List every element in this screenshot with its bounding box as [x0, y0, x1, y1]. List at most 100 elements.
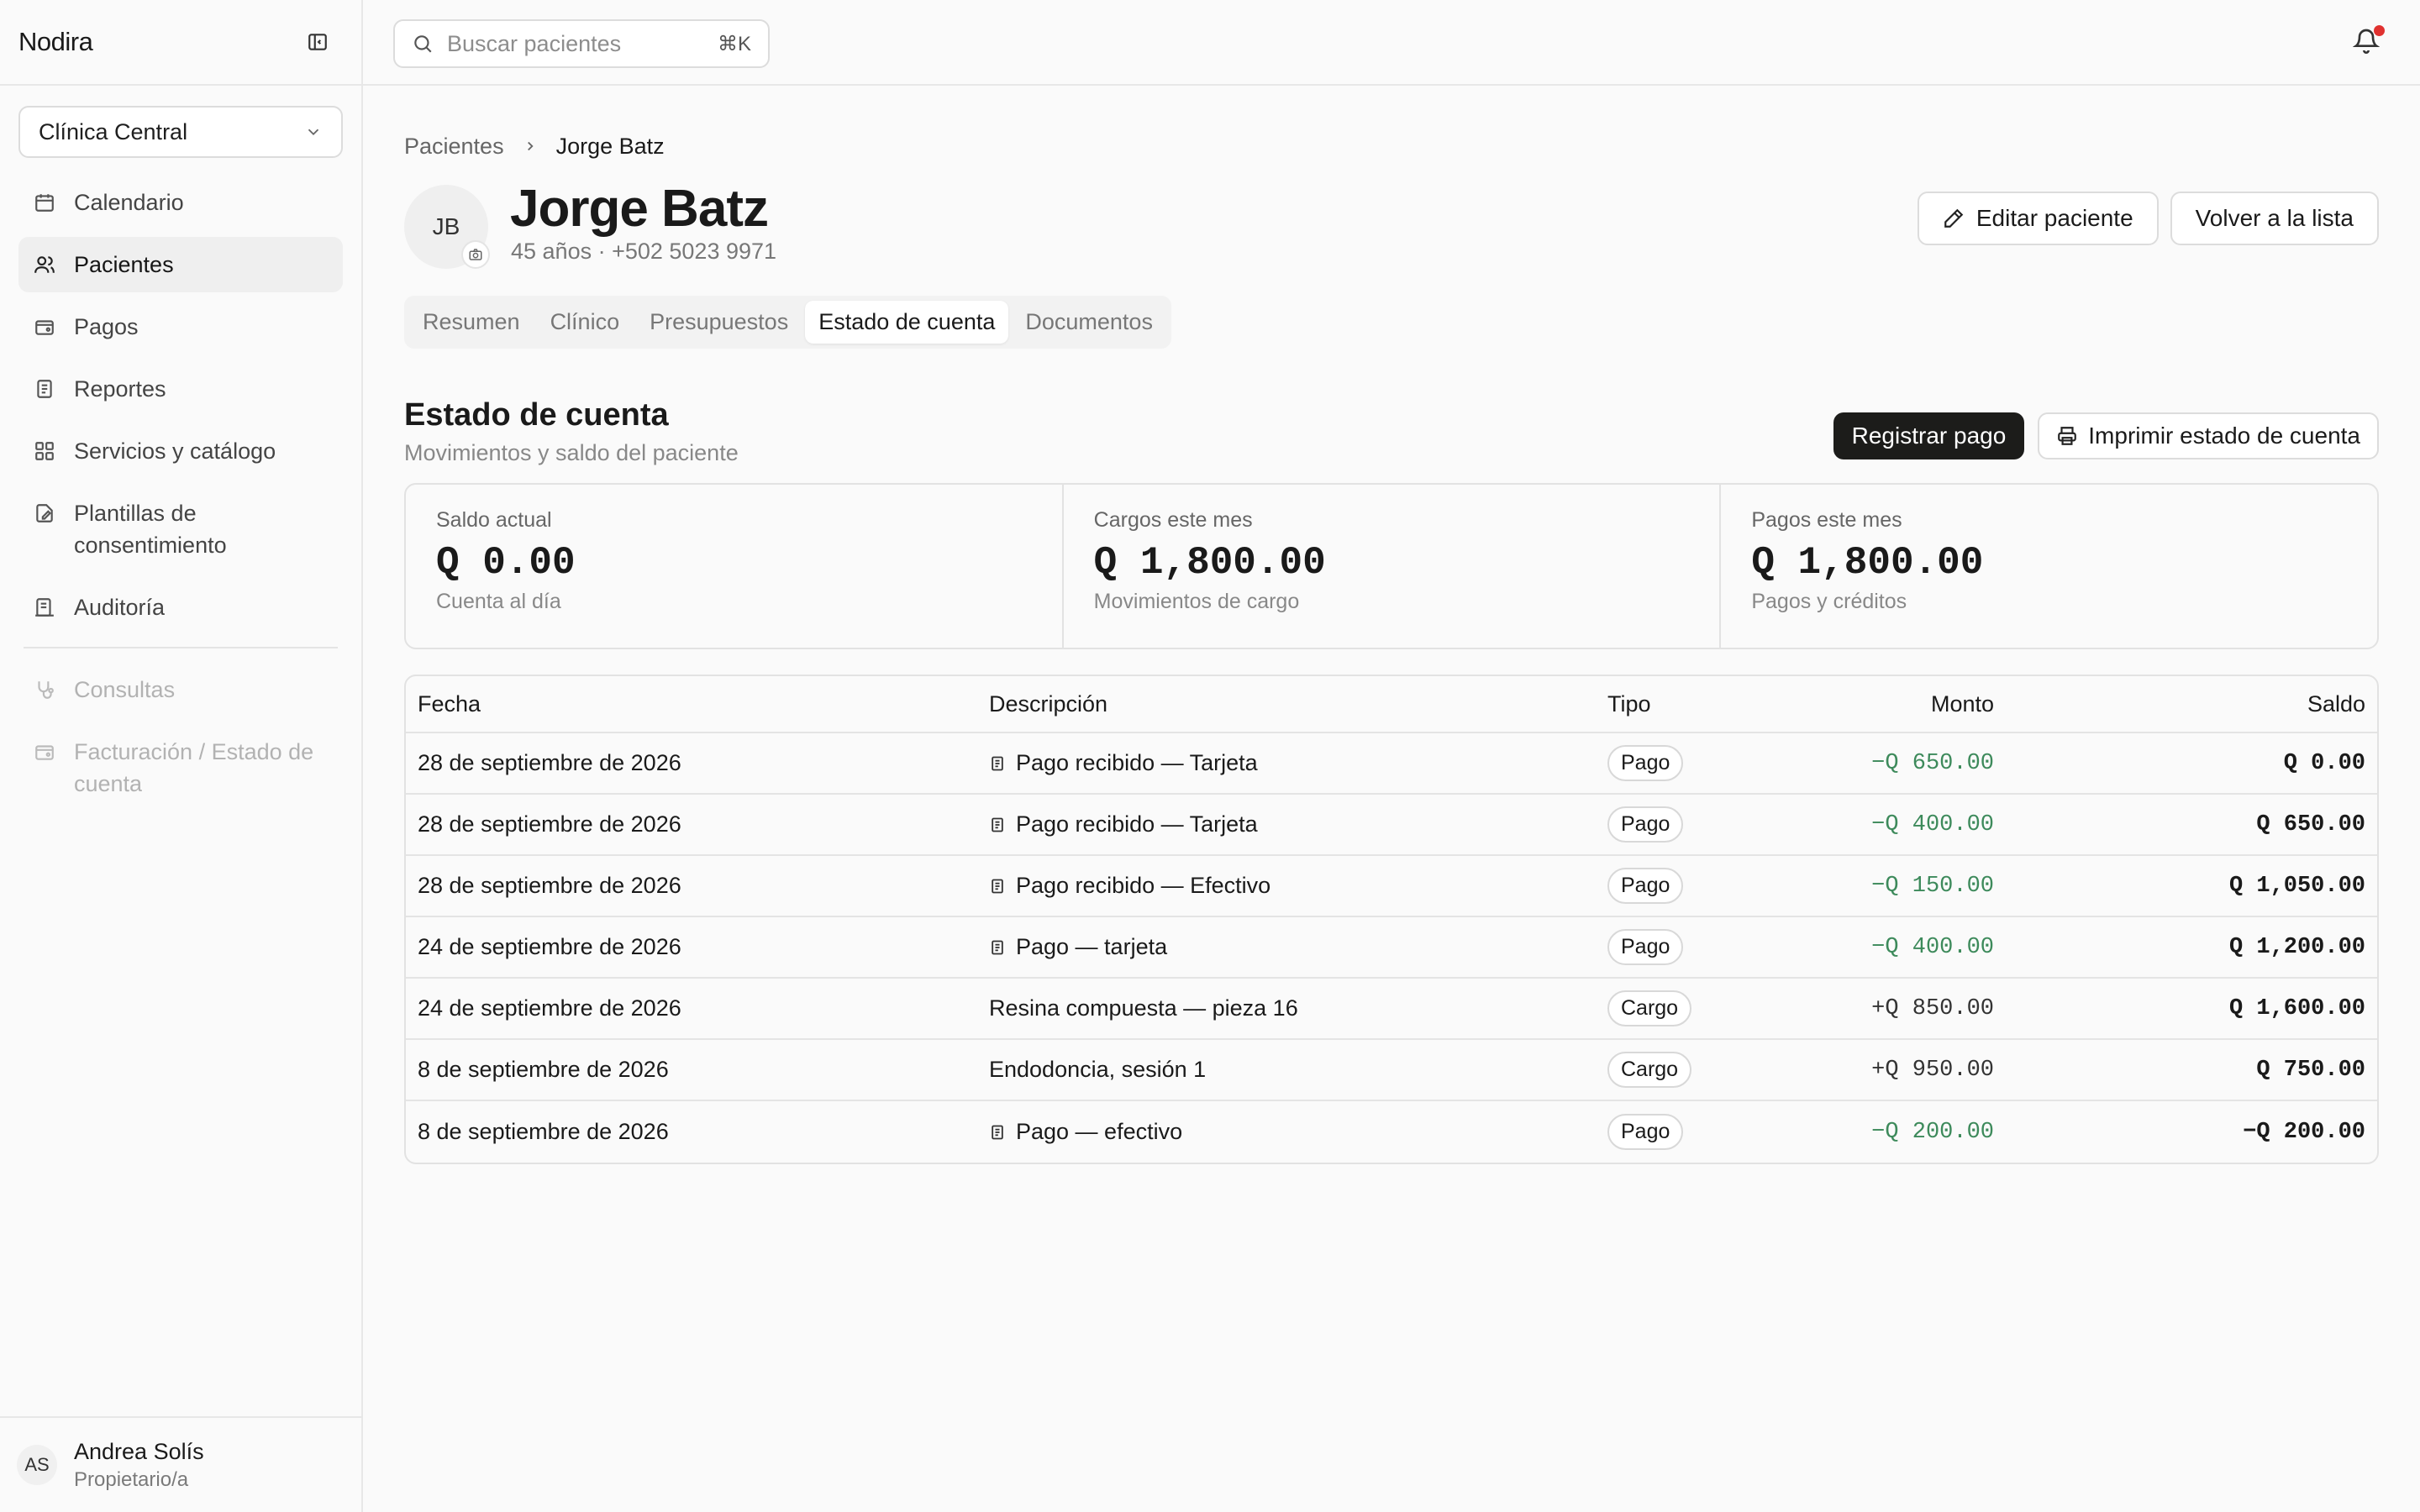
print-statement-button[interactable]: Imprimir estado de cuenta	[2038, 412, 2379, 459]
statement-actions: Registrar pago Imprimir estado de cuenta	[1833, 412, 2379, 459]
notifications-button[interactable]	[2352, 25, 2385, 57]
main-content: Pacientes Jorge Batz JB Jorge Batz 45 añ…	[404, 86, 2379, 1164]
cell-fecha: 28 de septiembre de 2026	[418, 873, 681, 898]
cell-fecha: 8 de septiembre de 2026	[418, 1119, 669, 1144]
sidebar-item-label: Auditoría	[74, 595, 166, 620]
cell-fecha: 24 de septiembre de 2026	[418, 995, 681, 1021]
tab-resumen[interactable]: Resumen	[409, 301, 534, 344]
patient-header: JB Jorge Batz 45 años · +502 5023 9971 E…	[404, 180, 2379, 272]
cell-saldo: Q 1,050.00	[2228, 873, 2365, 899]
type-badge: Pago	[1607, 806, 1684, 843]
search-icon	[414, 35, 432, 53]
tab-documentos[interactable]: Documentos	[1012, 301, 1166, 344]
sidebar-toggle-icon[interactable]	[304, 29, 331, 55]
sidebar-item-label: Facturación / Estado de cuenta	[74, 739, 314, 796]
col-monto[interactable]: Monto	[1776, 691, 1994, 717]
table-row[interactable]: 24 de septiembre de 2026 Resina compuesta…	[406, 979, 2377, 1040]
sidebar-item-label: Calendario	[74, 190, 184, 215]
table-row[interactable]: 24 de septiembre de 2026 Pago — tarjeta Pa…	[406, 917, 2377, 979]
cell-saldo: Q 750.00	[2256, 1057, 2365, 1083]
patient-initials: JB	[432, 213, 460, 239]
cell-saldo: −Q 200.00	[2243, 1119, 2365, 1145]
cell-saldo: Q 650.00	[2256, 811, 2365, 837]
cell-tipo: Pago	[1607, 868, 1776, 904]
cell-monto: −Q 150.00	[1871, 873, 1994, 899]
sidebar-item-calendario[interactable]: Calendario	[18, 175, 343, 230]
search-shortcut: ⌘K	[717, 32, 751, 55]
col-descripcion[interactable]: Descripción	[989, 691, 1607, 717]
summary-stats: Saldo actual Q 0.00 Cuenta al día Cargos…	[404, 483, 2379, 649]
cell-fecha: 28 de septiembre de 2026	[418, 750, 681, 775]
cell-saldo: Q 1,200.00	[2228, 934, 2365, 960]
receipt-icon	[989, 877, 1006, 895]
notification-badge	[2374, 25, 2385, 36]
cell-saldo: Q 1,600.00	[2228, 995, 2365, 1021]
type-badge: Pago	[1607, 745, 1684, 781]
description-text: Pago recibido — Efectivo	[1016, 873, 1271, 898]
stat-cargos-mes: Cargos este mes Q 1,800.00 Movimientos d…	[1064, 485, 1722, 648]
tab-estado-de-cuenta[interactable]: Estado de cuenta	[805, 301, 1009, 344]
back-to-list-button[interactable]: Volver a la lista	[2170, 192, 2379, 245]
page-title: Jorge Batz	[510, 180, 769, 238]
sidebar-divider	[24, 647, 338, 648]
brand-logo[interactable]: Nodira	[18, 27, 93, 57]
table-row[interactable]: 8 de septiembre de 2026 Endodoncia, sesió…	[406, 1040, 2377, 1101]
cell-tipo: Pago	[1607, 929, 1776, 965]
sidebar-item-plantillas[interactable]: Plantillas de consentimiento	[18, 486, 343, 573]
search-placeholder: Buscar pacientes	[447, 30, 622, 56]
tab-clinico[interactable]: Clínico	[537, 301, 634, 344]
printer-icon	[2058, 427, 2077, 445]
sidebar-item-pacientes[interactable]: Pacientes	[18, 237, 343, 292]
user-role: Propietario/a	[74, 1467, 189, 1491]
col-fecha[interactable]: Fecha	[418, 691, 989, 717]
sidebar-item-pagos[interactable]: Pagos	[18, 299, 343, 354]
edit-patient-button[interactable]: Editar paciente	[1917, 192, 2159, 245]
description-text: Endodoncia, sesión 1	[989, 1057, 1207, 1082]
description-text: Resina compuesta — pieza 16	[989, 995, 1298, 1021]
audit-icon	[34, 591, 57, 623]
description-text: Pago recibido — Tarjeta	[1016, 750, 1258, 775]
cell-descripcion: Endodoncia, sesión 1	[989, 1057, 1607, 1083]
stat-value: Q 1,800.00	[1751, 541, 1984, 585]
sidebar-item-reportes[interactable]: Reportes	[18, 361, 343, 417]
type-badge: Cargo	[1607, 990, 1692, 1026]
statement-header: Estado de cuenta Movimientos y saldo del…	[404, 397, 2379, 468]
stat-label: Cargos este mes	[1093, 508, 1253, 532]
table-row[interactable]: 8 de septiembre de 2026 Pago — efectivo Pa…	[406, 1101, 2377, 1163]
user-profile[interactable]: AS Andrea Solís Propietario/a	[0, 1416, 361, 1512]
search-input[interactable]: Buscar pacientes ⌘K	[393, 19, 770, 68]
cell-monto: +Q 850.00	[1871, 995, 1994, 1021]
sidebar-item-label: Pacientes	[74, 252, 174, 277]
col-saldo[interactable]: Saldo	[1994, 691, 2365, 717]
register-payment-button[interactable]: Registrar pago	[1833, 412, 2025, 459]
sidebar: Nodira Clínica Central Calendario Pacien…	[0, 0, 363, 1512]
tab-presupuestos[interactable]: Presupuestos	[636, 301, 802, 344]
breadcrumb-pacientes[interactable]: Pacientes	[404, 134, 504, 160]
cell-monto: −Q 400.00	[1871, 934, 1994, 960]
calendar-icon	[34, 186, 57, 218]
cell-descripcion: Pago recibido — Tarjeta	[989, 750, 1607, 776]
wallet-icon	[34, 311, 57, 343]
sidebar-item-consultas: Consultas	[18, 662, 343, 717]
sidebar-item-auditoria[interactable]: Auditoría	[18, 580, 343, 635]
avatar: AS	[17, 1445, 57, 1485]
camera-icon[interactable]	[461, 240, 490, 269]
cell-descripcion: Pago recibido — Tarjeta	[989, 811, 1607, 837]
wallet-icon	[34, 736, 57, 768]
sidebar-item-label: Consultas	[74, 677, 176, 702]
table-row[interactable]: 28 de septiembre de 2026 Pago recibido — …	[406, 856, 2377, 917]
description-text: Pago recibido — Tarjeta	[1016, 811, 1258, 837]
receipt-icon	[34, 373, 57, 405]
clinic-select[interactable]: Clínica Central	[18, 106, 343, 158]
sidebar-item-label: Servicios y catálogo	[74, 438, 276, 464]
type-badge: Pago	[1607, 1114, 1684, 1150]
print-statement-label: Imprimir estado de cuenta	[2088, 423, 2360, 449]
table-row[interactable]: 28 de septiembre de 2026 Pago recibido — …	[406, 795, 2377, 856]
stat-label: Pagos este mes	[1751, 508, 1902, 532]
sidebar-item-facturacion: Facturación / Estado de cuenta	[18, 724, 343, 811]
sidebar-item-servicios[interactable]: Servicios y catálogo	[18, 423, 343, 479]
stat-caption: Movimientos de cargo	[1093, 590, 1300, 613]
cell-tipo: Pago	[1607, 806, 1776, 843]
col-tipo[interactable]: Tipo	[1607, 691, 1776, 717]
table-row[interactable]: 28 de septiembre de 2026 Pago recibido — …	[406, 733, 2377, 795]
